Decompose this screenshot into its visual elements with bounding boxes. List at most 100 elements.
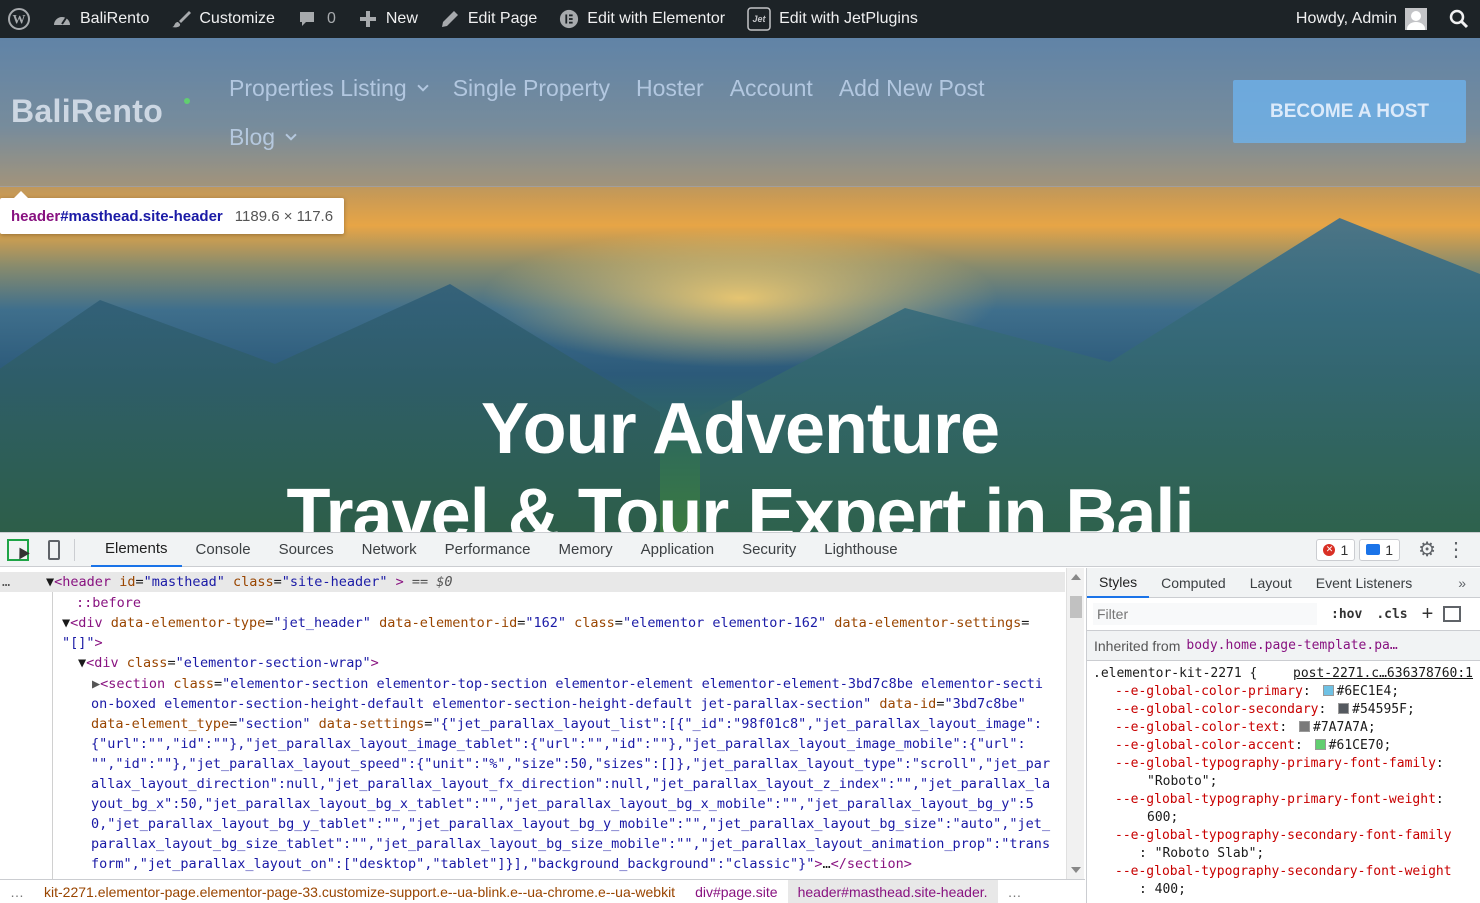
- css-property-value[interactable]: : "Roboto Slab";: [1093, 845, 1480, 863]
- color-swatch[interactable]: [1315, 739, 1326, 750]
- css-property[interactable]: --e-global-color-secondary: #54595F;: [1093, 701, 1480, 719]
- hero-title-line1: Your Adventure: [0, 388, 1480, 470]
- tab-security[interactable]: Security: [728, 533, 810, 567]
- elements-scrollbar[interactable]: [1066, 568, 1084, 879]
- scroll-thumb[interactable]: [1070, 596, 1082, 618]
- nav-item-blog[interactable]: Blog: [229, 124, 295, 151]
- inspect-element-button[interactable]: [6, 538, 30, 562]
- dom-node-section-cont: yout_bg_x":50,"jet_parallax_layout_bg_x_…: [91, 794, 1034, 814]
- nav-item-hoster[interactable]: Hoster: [636, 75, 704, 102]
- customize-button[interactable]: Customize: [160, 0, 286, 38]
- tab-styles[interactable]: Styles: [1087, 568, 1149, 598]
- css-property[interactable]: --e-global-color-primary: #6EC1E4;: [1093, 683, 1480, 701]
- customize-label: Customize: [199, 10, 275, 28]
- inherited-header: Inherited from body.home.page-template.p…: [1087, 631, 1480, 661]
- scroll-up-icon[interactable]: [1071, 574, 1081, 580]
- chevron-down-icon: [285, 129, 296, 140]
- tab-memory[interactable]: Memory: [545, 533, 627, 567]
- device-toolbar-button[interactable]: [36, 538, 60, 562]
- css-property-value[interactable]: "Roboto";: [1093, 773, 1480, 791]
- tab-elements[interactable]: Elements: [91, 533, 182, 567]
- new-rule-icon[interactable]: +: [1422, 603, 1434, 626]
- search-button[interactable]: [1438, 0, 1480, 38]
- css-property[interactable]: --e-global-color-accent: #61CE70;: [1093, 737, 1480, 755]
- dom-node-jet-header[interactable]: ▼<div data-elementor-type="jet_header" d…: [62, 613, 1029, 633]
- css-property[interactable]: --e-global-typography-primary-font-famil…: [1093, 755, 1480, 773]
- search-icon: [1449, 9, 1469, 29]
- css-property[interactable]: --e-global-color-text: #7A7A7A;: [1093, 719, 1480, 737]
- elements-tree[interactable]: … ▼<header id="masthead" class="site-hea…: [0, 568, 1085, 879]
- logo-dot: [184, 98, 190, 104]
- edit-jetplugins-label: Edit with JetPlugins: [779, 10, 918, 28]
- css-property[interactable]: --e-global-typography-primary-font-weigh…: [1093, 791, 1480, 809]
- scroll-down-icon[interactable]: [1071, 867, 1081, 873]
- main-navigation: Properties Listing Single Property Hoste…: [229, 71, 1089, 169]
- site-logo[interactable]: BaliRento: [11, 93, 163, 130]
- edit-elementor-button[interactable]: Edit with Elementor: [548, 0, 736, 38]
- site-name-menu[interactable]: BaliRento: [41, 0, 160, 38]
- account-menu[interactable]: Howdy, Admin: [1285, 0, 1438, 38]
- styles-filter-input[interactable]: [1093, 603, 1317, 625]
- inherited-selector[interactable]: body.home.page-template.pa…: [1186, 638, 1397, 653]
- tab-lighthouse[interactable]: Lighthouse: [810, 533, 911, 567]
- color-swatch[interactable]: [1323, 685, 1334, 696]
- color-swatch[interactable]: [1299, 721, 1310, 732]
- color-swatch[interactable]: [1338, 703, 1349, 714]
- comment-icon: [297, 9, 317, 29]
- breadcrumb-more[interactable]: …: [998, 884, 1032, 900]
- hov-toggle[interactable]: :hov: [1331, 607, 1362, 622]
- breadcrumb-page[interactable]: div#page.site: [685, 884, 788, 900]
- tab-performance[interactable]: Performance: [431, 533, 545, 567]
- dom-node-section-wrap[interactable]: ▼<div class="elementor-section-wrap">: [78, 653, 379, 673]
- nav-label: Blog: [229, 124, 275, 151]
- tab-layout[interactable]: Layout: [1238, 568, 1304, 598]
- howdy-label: Howdy, Admin: [1296, 10, 1397, 28]
- dom-node-section[interactable]: ▶<section class="elementor-section eleme…: [92, 674, 1043, 694]
- tab-console[interactable]: Console: [182, 533, 265, 567]
- tab-sources[interactable]: Sources: [265, 533, 348, 567]
- breadcrumb-overflow[interactable]: …: [0, 884, 34, 900]
- tab-computed[interactable]: Computed: [1149, 568, 1238, 598]
- dom-node-settings-value: "[]">: [62, 633, 103, 653]
- nav-label: Account: [730, 75, 813, 102]
- styles-tabbar: Styles Computed Layout Event Listeners »: [1087, 568, 1480, 598]
- breadcrumb-body[interactable]: kit-2271.elementor-page.elementor-page-3…: [34, 884, 685, 900]
- css-property-value[interactable]: 600;: [1093, 809, 1480, 827]
- nav-item-single-property[interactable]: Single Property: [453, 75, 610, 102]
- dom-node-header[interactable]: ▼<header id="masthead" class="site-heade…: [46, 572, 453, 592]
- tab-application[interactable]: Application: [627, 533, 728, 567]
- nav-item-properties-listing[interactable]: Properties Listing: [229, 75, 427, 102]
- more-options-icon[interactable]: ⋮: [1446, 537, 1466, 562]
- message-icon: [1366, 544, 1380, 555]
- edit-jetplugins-button[interactable]: Jet Edit with JetPlugins: [736, 0, 929, 38]
- more-tabs-icon[interactable]: »: [1458, 575, 1466, 591]
- css-property[interactable]: --e-global-typography-secondary-font-wei…: [1093, 863, 1480, 881]
- css-property[interactable]: --e-global-typography-secondary-font-fam…: [1093, 827, 1480, 845]
- toggle-sidebar-icon[interactable]: [1443, 606, 1461, 622]
- dom-node-section-cont: parallax_layout_bg_size_tablet":"","jet_…: [91, 834, 1050, 854]
- breadcrumb-header[interactable]: header#masthead.site-header.: [788, 880, 998, 903]
- dom-node-section-cont: form","jet_parallax_layout_on":["desktop…: [91, 854, 912, 874]
- edit-page-button[interactable]: Edit Page: [429, 0, 548, 38]
- rule-source-link[interactable]: post-2271.c…636378760:1: [1293, 665, 1480, 683]
- errors-badge[interactable]: ✕ 1: [1316, 539, 1355, 561]
- cls-toggle[interactable]: .cls: [1376, 607, 1407, 622]
- new-content-button[interactable]: New: [347, 0, 429, 38]
- comments-button[interactable]: 0: [286, 0, 347, 38]
- errors-count: 1: [1340, 542, 1348, 558]
- messages-badge[interactable]: 1: [1359, 539, 1400, 561]
- dom-node-before[interactable]: ::before: [76, 593, 141, 613]
- nav-item-account[interactable]: Account: [730, 75, 813, 102]
- ellipsis-marker[interactable]: …: [2, 572, 10, 592]
- devtools-panel: Elements Console Sources Network Perform…: [0, 532, 1480, 902]
- tab-network[interactable]: Network: [348, 533, 431, 567]
- nav-label: Single Property: [453, 75, 610, 102]
- nav-item-add-new-post[interactable]: Add New Post: [839, 75, 985, 102]
- dom-node-section-cont: {"url":"","id":""},"jet_parallax_layout_…: [91, 734, 1026, 754]
- plus-icon: [358, 9, 378, 29]
- css-property-value[interactable]: : 400;: [1093, 881, 1480, 899]
- wordpress-logo-button[interactable]: W: [0, 0, 41, 38]
- gear-icon[interactable]: ⚙: [1418, 537, 1436, 562]
- tab-event-listeners[interactable]: Event Listeners: [1304, 568, 1425, 598]
- become-host-button[interactable]: BECOME A HOST: [1233, 80, 1466, 143]
